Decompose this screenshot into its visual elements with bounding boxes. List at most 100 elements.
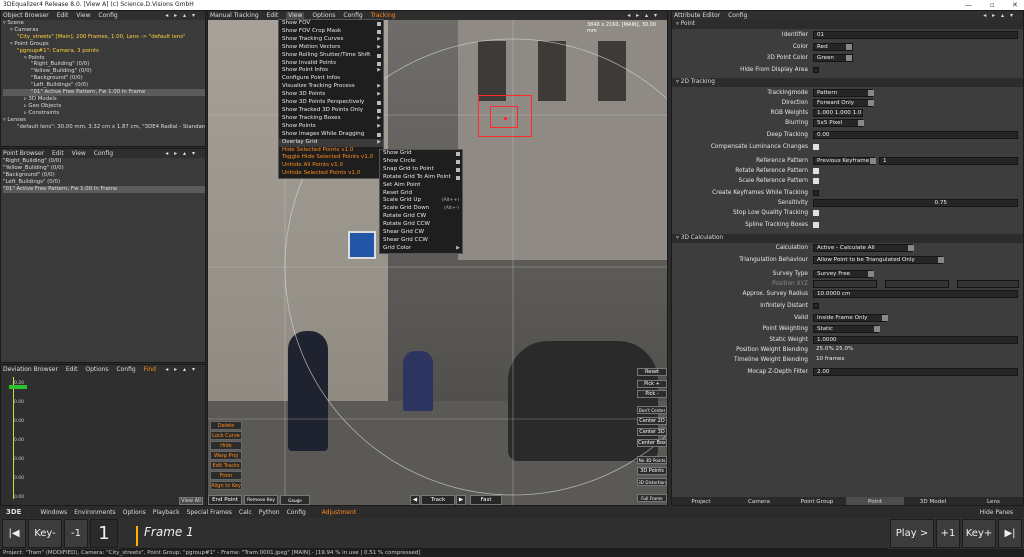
attribute-tab-camera[interactable]: Camera — [730, 497, 788, 505]
side-button[interactable]: Center 2D — [637, 417, 667, 425]
deep-tracking-field[interactable]: 0.00 — [813, 131, 1018, 139]
checkbox-icon[interactable] — [377, 61, 381, 66]
view-menu-item[interactable]: Show Tracking Curves ▶ — [279, 36, 383, 44]
track-backward-icon[interactable]: ◀ — [410, 495, 420, 505]
tree-item[interactable]: ▹ Geo Objects — [3, 103, 205, 110]
overlay-grid-submenu[interactable]: Show Grid Show Circle Snap Grid to Point Ro… — [379, 149, 463, 254]
static-weight-field[interactable]: 1.0000 — [813, 336, 1018, 344]
frame-number-field[interactable]: 1 — [90, 519, 118, 548]
point-row[interactable]: "Left_Buildings" (0/0) — [3, 179, 205, 186]
view-menu-item[interactable]: Show Points ▶ — [279, 123, 383, 131]
menu-view[interactable]: View — [76, 12, 90, 19]
prev-frame-button[interactable]: -1 — [64, 519, 88, 548]
section-2d-tracking[interactable]: ▿ 2D Tracking — [672, 78, 1023, 87]
survey-type-select[interactable]: Survey Free — [813, 270, 873, 278]
calculation-select[interactable]: Active - Calculate All — [813, 244, 913, 252]
grid-menu-item[interactable]: Grid Color ▶ — [380, 245, 462, 253]
view-menu-item[interactable]: Toggle Hide Selected Points v1.0 — [279, 154, 383, 162]
menu-playback[interactable]: Playback — [153, 509, 180, 516]
menu-view[interactable]: View — [286, 12, 305, 19]
attribute-tab-point-group[interactable]: Point Group — [788, 497, 846, 505]
menu-object-browser[interactable]: Object Browser — [3, 12, 49, 19]
maximize-icon[interactable]: ▫ — [990, 0, 995, 10]
first-frame-button[interactable]: |◀ — [2, 519, 26, 548]
view-menu-item[interactable]: Show Motion Vectors ▶ — [279, 44, 383, 52]
grid-menu-item[interactable]: Scale Grid Down (Alt+-) — [380, 205, 462, 213]
side-button[interactable]: Don't Center — [637, 406, 667, 414]
tree-item[interactable]: ▿ Lenses — [3, 117, 205, 124]
checkbox-icon[interactable] — [456, 175, 460, 180]
point-row[interactable]: "Yellow_Building" (0/0) — [3, 165, 205, 172]
view-menu-item[interactable]: Overlay Grid ▶ — [279, 138, 383, 147]
sensitivity-slider[interactable]: 0.75 — [813, 199, 1018, 207]
view-menu-item[interactable]: Show Tracked 3D Points Only — [279, 107, 383, 115]
menu-config[interactable]: Config — [728, 12, 747, 19]
tree-item[interactable]: "Yellow_Building" (0/0) — [3, 68, 205, 75]
reference-pattern-select[interactable]: Previous Keyframe — [813, 157, 875, 165]
view-menu-item[interactable]: Unhide Selected Points v1.0 — [279, 170, 383, 178]
triangulation-dropdown-icon[interactable] — [938, 257, 944, 263]
view-menu-item[interactable]: Show Images While Dragging — [279, 131, 383, 139]
view-menu-item[interactable]: Show Tracking Boxes ▶ — [279, 115, 383, 123]
checkbox-icon[interactable] — [377, 29, 381, 34]
hide-from-display-checkbox[interactable] — [813, 67, 819, 73]
rotate-reference-checkbox[interactable] — [813, 168, 819, 174]
side-button[interactable]: Pick - — [637, 390, 667, 398]
menu-find[interactable]: Find — [144, 366, 156, 373]
menu-python[interactable]: Python — [259, 509, 280, 516]
grid-menu-item[interactable]: Snap Grid to Point — [380, 166, 462, 174]
grid-menu-item[interactable]: Rotate Grid To Aim Point — [380, 174, 462, 182]
grid-menu-item[interactable]: Shear Grid CCW — [380, 237, 462, 245]
checkbox-icon[interactable] — [456, 152, 460, 156]
side-button[interactable]: No 3D Points — [637, 456, 667, 464]
close-icon[interactable]: ✕ — [1012, 0, 1018, 10]
grid-menu-item[interactable]: Scale Grid Up (Alt++) — [380, 197, 462, 205]
menu-tracking[interactable]: Tracking — [371, 12, 396, 19]
tree-item[interactable]: "pgroup#1": Camera, 3 points — [3, 48, 205, 55]
attribute-tab-3d-model[interactable]: 3D Model — [904, 497, 962, 505]
menu-environments[interactable]: Environments — [74, 509, 115, 516]
pane-arrows-icon[interactable]: ◂ ▸ ▴ ▾ — [165, 11, 197, 20]
side-button[interactable]: Hide — [210, 441, 242, 450]
hide-panes-button[interactable]: Hide Panes — [980, 507, 1013, 518]
tree-item[interactable]: "Left_Buildings" (0/0) — [3, 82, 205, 89]
attribute-tab-project[interactable]: Project — [672, 497, 730, 505]
grid-menu-item[interactable]: Rotate Grid CW — [380, 213, 462, 221]
scale-reference-checkbox[interactable] — [813, 178, 819, 184]
tree-item[interactable]: ▿ Scene — [3, 20, 205, 27]
menu-config[interactable]: Config — [343, 12, 362, 19]
fast-button[interactable]: Fast — [470, 495, 502, 505]
calculation-dropdown-icon[interactable] — [908, 245, 914, 251]
view-menu-item[interactable]: Show FOV — [279, 20, 383, 28]
attribute-tab-point[interactable]: Point — [846, 497, 904, 505]
reference-pattern-dropdown-icon[interactable] — [870, 158, 876, 164]
object-tree[interactable]: ▿ Scene ▿ Cameras "City_streets" [Main], 2… — [1, 20, 205, 131]
menu-edit[interactable]: Edit — [52, 150, 64, 157]
menu-config[interactable]: Config — [287, 509, 306, 516]
manual-tracking-viewport[interactable]: Manual Tracking Edit View Options Config… — [207, 10, 668, 506]
last-frame-button[interactable]: ▶| — [998, 519, 1022, 548]
direction-select[interactable]: Forward Only — [813, 99, 873, 107]
next-key-button[interactable]: Key+ — [962, 519, 996, 548]
track-button[interactable]: Track — [421, 495, 455, 505]
blurring-dropdown-icon[interactable] — [858, 120, 864, 126]
reference-pattern-frame-field[interactable]: 1 — [879, 157, 1018, 165]
side-button[interactable]: 3D Points — [637, 467, 667, 475]
tree-item[interactable]: "Right_Building" (0/0) — [3, 61, 205, 68]
menu-options[interactable]: Options — [85, 366, 108, 373]
create-keyframes-checkbox[interactable] — [813, 190, 819, 196]
checkbox-icon[interactable] — [377, 22, 381, 26]
point-row[interactable]: "Background" (0/0) — [3, 172, 205, 179]
position-z-field[interactable] — [957, 280, 1019, 288]
play-button[interactable]: Play > — [890, 519, 934, 548]
side-button[interactable]: Center 3D — [637, 428, 667, 436]
menu-edit[interactable]: Edit — [57, 12, 69, 19]
view-menu-item[interactable]: Show 3D Points ▶ — [279, 91, 383, 99]
menu-point-browser[interactable]: Point Browser — [3, 150, 44, 157]
blurring-select[interactable]: 5x5 Pixel — [813, 119, 863, 127]
pane-arrows-icon[interactable]: ◂ ▸ ▴ ▾ — [983, 11, 1015, 20]
side-button[interactable]: Edit Tracks — [210, 461, 242, 470]
menu-view[interactable]: View — [72, 150, 86, 157]
grid-menu-item[interactable]: Reset Grid — [380, 190, 462, 198]
view-menu-item[interactable]: Unhide All Points v1.0 — [279, 162, 383, 170]
